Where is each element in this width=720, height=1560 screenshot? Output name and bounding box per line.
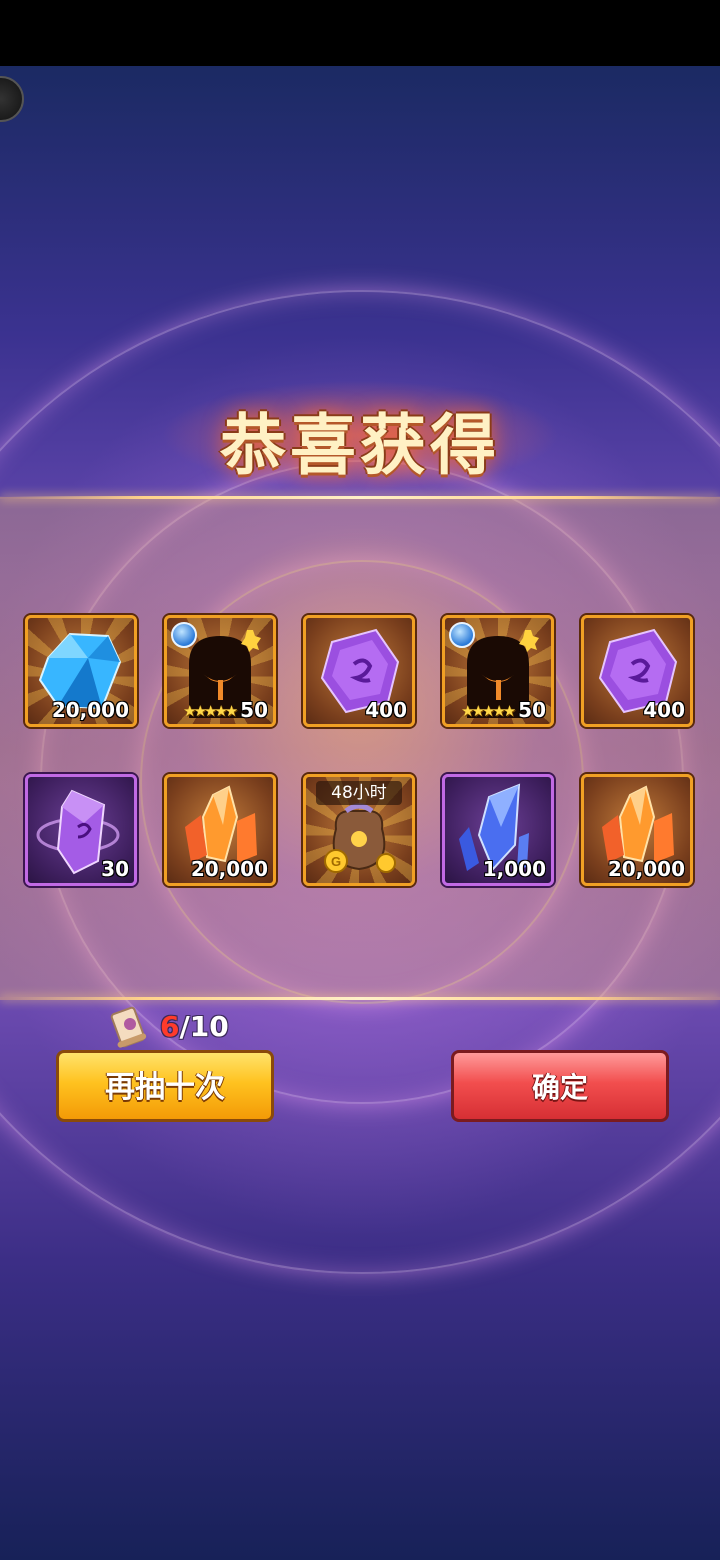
reward-item[interactable]: ★★★★★ 50: [442, 615, 554, 727]
reward-item[interactable]: 20,000: [164, 774, 276, 886]
status-bar: [0, 0, 720, 66]
reward-quantity: 30: [101, 857, 129, 881]
reward-quantity: 20,000: [607, 857, 685, 881]
reward-quantity: 20,000: [190, 857, 268, 881]
reward-quantity: 1,000: [482, 857, 546, 881]
reward-item[interactable]: 1,000: [442, 774, 554, 886]
reward-quantity: 400: [643, 698, 685, 722]
reward-item[interactable]: 400: [303, 615, 415, 727]
star-rating: ★★★★★: [461, 702, 516, 720]
panel-bottom-line: [0, 997, 720, 1000]
water-element-icon: [449, 622, 475, 648]
svg-text:G: G: [331, 854, 341, 869]
panel-top-line: [0, 496, 720, 499]
draw-ten-again-button[interactable]: 再抽十次: [56, 1050, 274, 1122]
star-rating: ★★★★★: [183, 702, 238, 720]
confirm-button[interactable]: 确定: [451, 1050, 669, 1122]
draw-count-total: /10: [179, 1010, 229, 1043]
water-element-icon: [171, 622, 197, 648]
reward-item[interactable]: 20,000: [581, 774, 693, 886]
reward-quantity: 50: [518, 698, 546, 722]
reward-item[interactable]: 400: [581, 615, 693, 727]
reward-panel: [0, 497, 720, 1000]
reward-quantity: 400: [365, 698, 407, 722]
reward-item[interactable]: 20,000: [25, 615, 137, 727]
reward-item[interactable]: 30: [25, 774, 137, 886]
reward-title: 恭喜获得: [220, 406, 500, 484]
reward-item[interactable]: G 48小时: [303, 774, 415, 886]
draw-count-current: 6: [160, 1010, 180, 1043]
summon-scroll-icon: [110, 1006, 147, 1048]
reward-quantity: 20,000: [51, 698, 129, 722]
reward-screen: 恭喜获得 20,000 ★★★★★ 50 400 ★★★★★ 50 400 30…: [0, 0, 720, 1560]
duration-label: 48小时: [316, 781, 402, 805]
reward-item[interactable]: ★★★★★ 50: [164, 615, 276, 727]
reward-quantity: 50: [240, 698, 268, 722]
draw-counter: 6/10: [160, 1010, 229, 1043]
